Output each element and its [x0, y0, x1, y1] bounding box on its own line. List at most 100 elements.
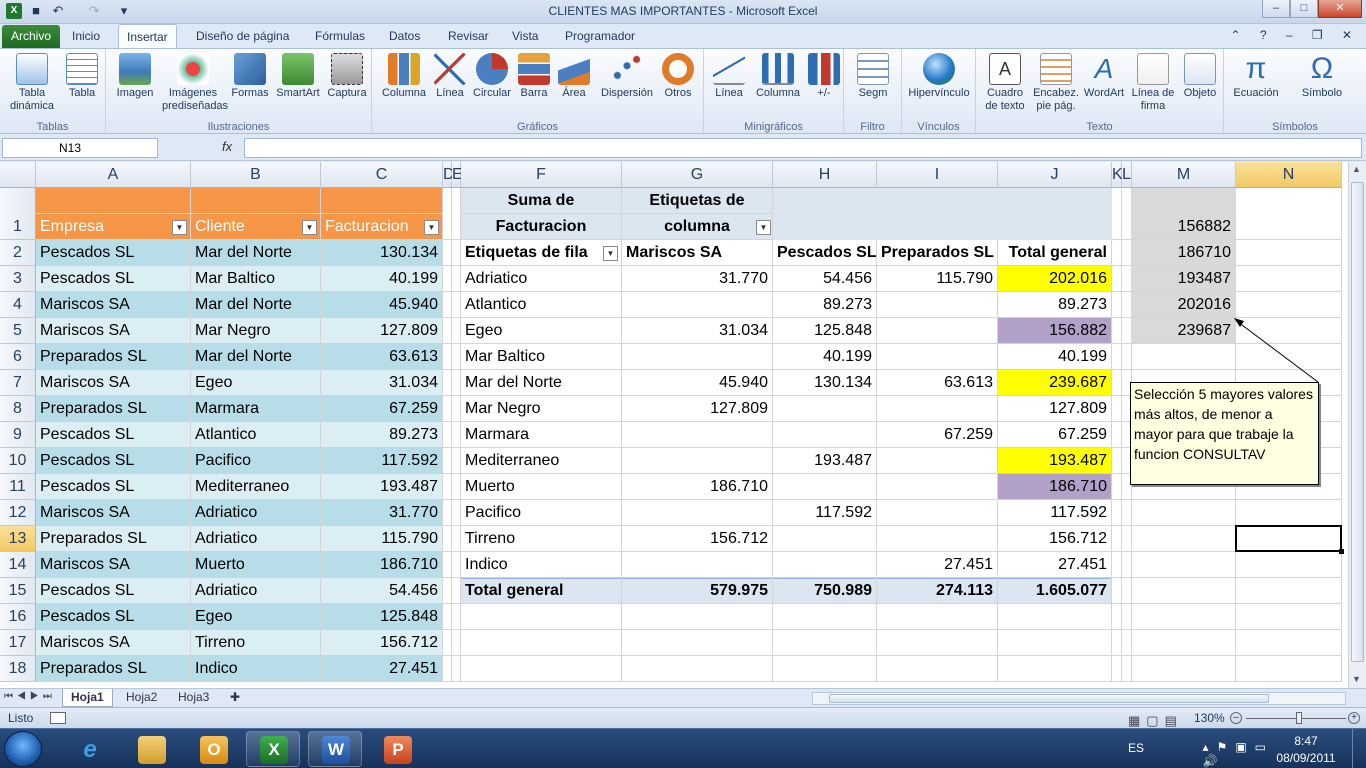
cell-n4[interactable] [1236, 292, 1342, 318]
tab-datos[interactable]: Datos [381, 24, 428, 48]
cell-m13[interactable] [1132, 526, 1236, 552]
cell-d1[interactable] [443, 188, 452, 240]
clipart-button[interactable]: Imágenes prediseñadas [162, 51, 228, 113]
cell-d13[interactable] [443, 526, 452, 552]
table-facturacion[interactable]: 117.592 [321, 448, 443, 474]
pivot-row-label-cell[interactable]: Mar del Norte [461, 370, 622, 396]
cell-n1[interactable] [1236, 188, 1342, 240]
pivot-row-label-cell[interactable]: Mediterraneo [461, 448, 622, 474]
shapes-button[interactable]: Formas [228, 51, 272, 100]
pivot-value-cell[interactable]: 31.770 [622, 266, 773, 292]
column-header-a[interactable]: A [36, 162, 191, 188]
cell-k2[interactable] [1112, 240, 1122, 266]
zoom-slider-thumb[interactable] [1296, 712, 1302, 724]
other-charts-button[interactable]: Otros [660, 51, 696, 100]
pivot-col-header[interactable]: Total general [998, 240, 1112, 266]
column-header-n[interactable]: N [1236, 162, 1342, 188]
pivot-total-value[interactable]: 750.989 [773, 578, 877, 604]
pivot-value-label[interactable]: Suma de [461, 188, 622, 214]
pivot-value-cell[interactable]: 31.034 [622, 318, 773, 344]
cell-k15[interactable] [1112, 578, 1122, 604]
cell-e1[interactable] [452, 188, 461, 240]
tab-inicio[interactable]: Inicio [64, 24, 108, 48]
textbox-button[interactable]: A Cuadro de texto [980, 51, 1030, 113]
table-cliente[interactable]: Adriatico [191, 526, 321, 552]
cell-d11[interactable] [443, 474, 452, 500]
pivot-value-cell[interactable] [877, 396, 998, 422]
cell-f16[interactable] [461, 604, 622, 630]
table-empresa[interactable]: Pescados SL [36, 578, 191, 604]
pivot-row-label-cell[interactable]: Tirreno [461, 526, 622, 552]
signature-line-button[interactable]: Línea de firma [1128, 51, 1178, 113]
row-header-2[interactable]: 2 [0, 240, 36, 266]
cell-k17[interactable] [1112, 630, 1122, 656]
table-empresa[interactable]: Mariscos SA [36, 630, 191, 656]
cell-e9[interactable] [452, 422, 461, 448]
table-cliente[interactable]: Egeo [191, 604, 321, 630]
zoom-out-icon[interactable]: – [1230, 712, 1242, 724]
insert-function-icon[interactable]: fx [222, 139, 232, 154]
cell-m14[interactable] [1132, 552, 1236, 578]
vertical-scrollbar[interactable]: ▲ ▼ [1348, 162, 1366, 688]
top5-value[interactable]: 193487 [1132, 266, 1236, 292]
cell-d12[interactable] [443, 500, 452, 526]
column-header-j[interactable]: J [998, 162, 1112, 188]
sparkline-line-button[interactable]: Línea [710, 51, 748, 100]
table-empresa[interactable]: Pescados SL [36, 422, 191, 448]
cell-e14[interactable] [452, 552, 461, 578]
macro-record-icon[interactable] [50, 712, 66, 724]
pivot-row-label-cell[interactable]: Muerto [461, 474, 622, 500]
row-header-9[interactable]: 9 [0, 422, 36, 448]
table-empresa[interactable]: Preparados SL [36, 396, 191, 422]
table-facturacion[interactable]: 89.273 [321, 422, 443, 448]
table-facturacion[interactable]: 186.710 [321, 552, 443, 578]
cell-l2[interactable] [1122, 240, 1132, 266]
cell-h16[interactable] [773, 604, 877, 630]
pivot-value-cell[interactable] [877, 344, 998, 370]
pivot-value-cell[interactable] [773, 396, 877, 422]
cell-n17[interactable] [1236, 630, 1342, 656]
cell-d18[interactable] [443, 656, 452, 682]
cell-d4[interactable] [443, 292, 452, 318]
cell-d5[interactable] [443, 318, 452, 344]
select-all-corner[interactable] [0, 162, 36, 188]
cell-l4[interactable] [1122, 292, 1132, 318]
table-facturacion[interactable]: 54.456 [321, 578, 443, 604]
pivot-value-cell[interactable] [622, 292, 773, 318]
cell-d14[interactable] [443, 552, 452, 578]
table-empresa[interactable]: Preparados SL [36, 526, 191, 552]
pivot-row-label-cell[interactable]: Mar Negro [461, 396, 622, 422]
column-header-l[interactable]: L [1122, 162, 1132, 188]
table-button[interactable]: Tabla [62, 51, 102, 100]
cell-l1[interactable] [1122, 188, 1132, 240]
top5-value[interactable]: 186710 [1132, 240, 1236, 266]
column-header-d[interactable]: D [443, 162, 455, 188]
pie-chart-button[interactable]: Circular [470, 51, 514, 100]
cell-e3[interactable] [452, 266, 461, 292]
pivot-row-label-cell[interactable]: Indico [461, 552, 622, 578]
tab-programador[interactable]: Programador [557, 24, 643, 48]
cell-e16[interactable] [452, 604, 461, 630]
cell-n14[interactable] [1236, 552, 1342, 578]
table-header-a[interactable]: Empresa [36, 214, 191, 240]
cell-i16[interactable] [877, 604, 998, 630]
cell-k11[interactable] [1112, 474, 1122, 500]
cell-e17[interactable] [452, 630, 461, 656]
pivot-value-cell[interactable]: 156.882 [998, 318, 1112, 344]
pivot-value-cell[interactable] [773, 526, 877, 552]
pivot-row-label-cell[interactable]: Mar Baltico [461, 344, 622, 370]
cell-e5[interactable] [452, 318, 461, 344]
column-header-i[interactable]: I [877, 162, 998, 188]
cell-e18[interactable] [452, 656, 461, 682]
table-cliente[interactable]: Adriatico [191, 500, 321, 526]
cell-k13[interactable] [1112, 526, 1122, 552]
row-header-11[interactable]: 11 [0, 474, 36, 500]
cell-k6[interactable] [1112, 344, 1122, 370]
pivot-value-cell[interactable]: 67.259 [877, 422, 998, 448]
pivot-row-label-cell[interactable]: Atlantico [461, 292, 622, 318]
cell-k16[interactable] [1112, 604, 1122, 630]
pivot-value-cell[interactable]: 115.790 [877, 266, 998, 292]
name-box[interactable]: N13 [2, 138, 158, 158]
minimize-button[interactable]: – [1262, 0, 1290, 18]
table-facturacion[interactable]: 115.790 [321, 526, 443, 552]
